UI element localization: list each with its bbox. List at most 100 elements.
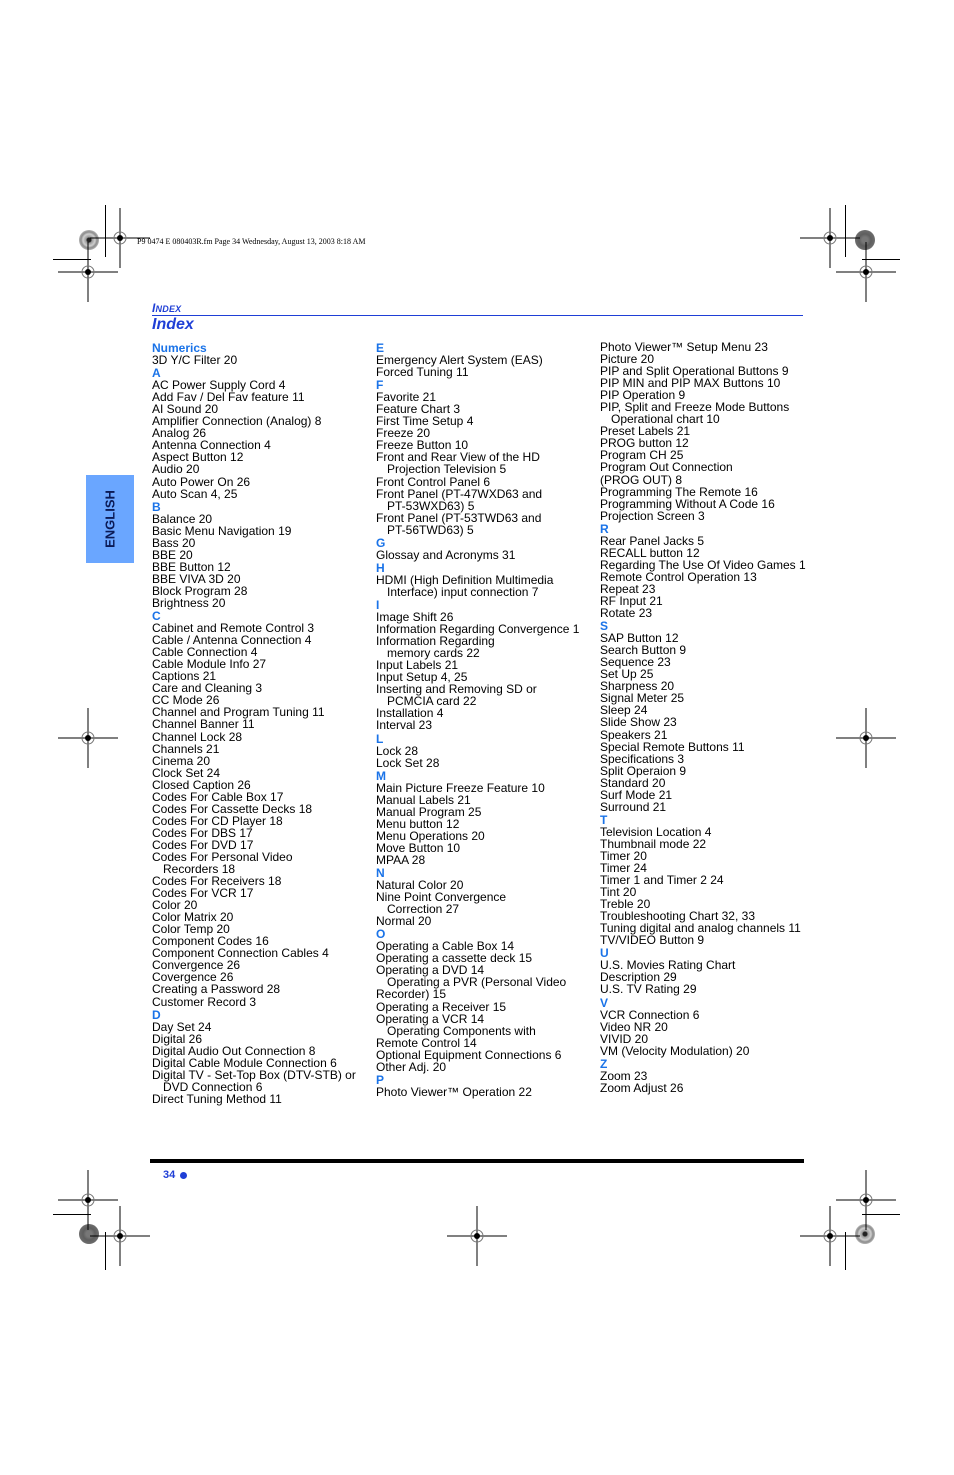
index-entry: Lock Set 28 <box>376 755 440 770</box>
index-letter-heading: L <box>376 731 384 746</box>
index-entry: Glossay and Acronyms 31 <box>376 547 516 562</box>
index-entry: Front Panel (PT-53TWD63 and <box>376 510 542 525</box>
header-rule <box>152 315 803 316</box>
page-number: 34 <box>163 1169 176 1181</box>
index-entry: TV/VIDEO Button 9 <box>600 933 705 948</box>
index-entry: Program Out Connection <box>600 460 733 475</box>
index-entry: Normal 20 <box>376 914 432 929</box>
index-entry: Surround 21 <box>600 799 667 814</box>
index-entry: Audio 20 <box>152 462 200 477</box>
index-entry: Auto Scan 4, 25 <box>152 486 238 501</box>
index-entry: Specifications 3 <box>600 751 685 766</box>
index-letter-heading: V <box>600 995 609 1010</box>
index-entry: Projection Television 5 <box>387 462 507 477</box>
index-letter-heading: Z <box>600 1056 608 1071</box>
index-entry: Interface) input connection 7 <box>387 584 539 599</box>
index-entry: Operating Components with <box>387 1023 536 1038</box>
index-entry: Bass 20 <box>152 535 196 550</box>
index-entry: 3D Y/C Filter 20 <box>152 353 238 368</box>
page-title: Index <box>152 316 194 333</box>
language-tab-label: ENGLISH <box>102 490 118 548</box>
index-entry: VCR Connection 6 <box>600 1007 700 1022</box>
index-entry: Lock 28 <box>376 743 419 758</box>
crosshair-registration-icon <box>58 242 118 302</box>
index-column-3: Photo Viewer™ Setup Menu 23 Picture 20 PIP… <box>600 341 806 1094</box>
crosshair-registration-icon <box>836 1170 896 1230</box>
index-entry: VM (Velocity Modulation) 20 <box>600 1043 750 1058</box>
crosshair-registration-icon <box>836 708 896 768</box>
trim-line <box>862 1214 900 1215</box>
index-column-2: E Emergency Alert System (EAS) Forced Tuni… <box>376 341 579 1098</box>
index-entry: Interval 23 <box>376 718 433 733</box>
index-entry: Auto Power On 26 <box>152 474 251 489</box>
index-entry: Front Panel (PT-47WXD63 and <box>376 486 543 501</box>
section-label: INDEX <box>152 301 181 315</box>
footer-rule <box>150 1159 804 1163</box>
index-entry: Closed Caption 26 <box>152 777 251 792</box>
index-entry: Channels 21 <box>152 741 220 756</box>
index-entry: VIVID 20 <box>600 1031 649 1046</box>
index-entry: Operating a VCR 14 <box>376 1011 485 1026</box>
index-entry: PT-53WXD63) 5 <box>387 498 475 513</box>
section-label-rest: NDEX <box>155 304 182 314</box>
trim-line <box>862 259 900 260</box>
index-column-1: Numerics 3D Y/C Filter 20 A AC Power Supply… <box>152 341 356 1105</box>
index-entry: Digital 26 <box>152 1031 203 1046</box>
index-entry: Programming Without A Code 16 <box>600 496 775 511</box>
index-entry: Projection Screen 3 <box>600 508 705 523</box>
index-entry: Rotate 23 <box>600 606 653 621</box>
index-entry: Cinema 20 <box>152 753 211 768</box>
index-entry: Balance 20 <box>152 511 213 526</box>
index-entry: Brightness 20 <box>152 595 226 610</box>
index-letter-heading: M <box>376 768 386 783</box>
index-entry: Recorder) 15 <box>376 987 447 1002</box>
index-entry: Front Control Panel 6 <box>376 474 491 489</box>
index-entry: Codes For Cable Box 17 <box>152 789 284 804</box>
index-entry: Creating a Password 28 <box>152 982 281 997</box>
index-entry: Remote Control 14 <box>376 1035 477 1050</box>
index-entry: U.S. TV Rating 29 <box>600 982 697 997</box>
trim-line <box>105 205 106 257</box>
trim-line <box>845 205 846 257</box>
index-entry: Digital Cable Module Connection 6 <box>152 1055 337 1070</box>
index-entry: PT-56TWD63) 5 <box>387 522 474 537</box>
index-entry: Digital Audio Out Connection 8 <box>152 1043 316 1058</box>
index-entry: Standard 20 <box>600 775 666 790</box>
index-entry: Programming The Remote 16 <box>600 484 758 499</box>
index-entry: Channel Banner 11 <box>152 717 255 732</box>
index-entry: Surf Mode 21 <box>600 787 673 802</box>
index-entry: Direct Tuning Method 11 <box>152 1091 282 1106</box>
trim-line <box>845 1232 846 1270</box>
crosshair-registration-icon <box>58 708 118 768</box>
index-entry: Special Remote Buttons 11 <box>600 739 745 754</box>
index-entry: Zoom Adjust 26 <box>600 1080 684 1095</box>
index-letter-heading: G <box>376 535 386 550</box>
print-job-info: P9 0474 E 080403R.fm Page 34 Wednesday, … <box>137 237 366 246</box>
index-entry: Video NR 20 <box>600 1019 668 1034</box>
index-entry: Main Picture Freeze Feature 10 <box>376 780 545 795</box>
index-entry: Manual Labels 21 <box>376 792 471 807</box>
index-entry: Rear Panel Jacks 5 <box>600 533 705 548</box>
index-letter-heading: R <box>600 521 609 536</box>
index-entry: Forced Tuning 11 <box>376 365 469 380</box>
index-entry: Channel Lock 28 <box>152 729 243 744</box>
index-entry: Slide Show 23 <box>600 715 677 730</box>
index-entry: Basic Menu Navigation 19 <box>152 523 292 538</box>
trim-line <box>53 259 91 260</box>
index-entry: Customer Record 3 <box>152 994 257 1009</box>
index-entry: Optional Equipment Connections 6 <box>376 1047 562 1062</box>
bullet-dot-icon <box>180 1172 187 1179</box>
index-entry: Speakers 21 <box>600 727 668 742</box>
index-letter-heading: D <box>152 1007 161 1022</box>
index-letter-heading: B <box>152 499 161 514</box>
crosshair-registration-icon <box>58 1170 118 1230</box>
index-entry: Photo Viewer™ Operation 22 <box>376 1084 532 1099</box>
language-tab: ENGLISH <box>86 475 134 563</box>
index-entry: Day Set 24 <box>152 1019 212 1034</box>
index-entry: Operating a Receiver 15 <box>376 999 507 1014</box>
trim-line <box>105 1232 106 1270</box>
index-entry: Other Adj. 20 <box>376 1059 447 1074</box>
crosshair-registration-icon <box>447 1206 507 1266</box>
index-entry: (PROG OUT) 8 <box>600 472 683 487</box>
index-entry: MPAA 28 <box>376 852 426 867</box>
